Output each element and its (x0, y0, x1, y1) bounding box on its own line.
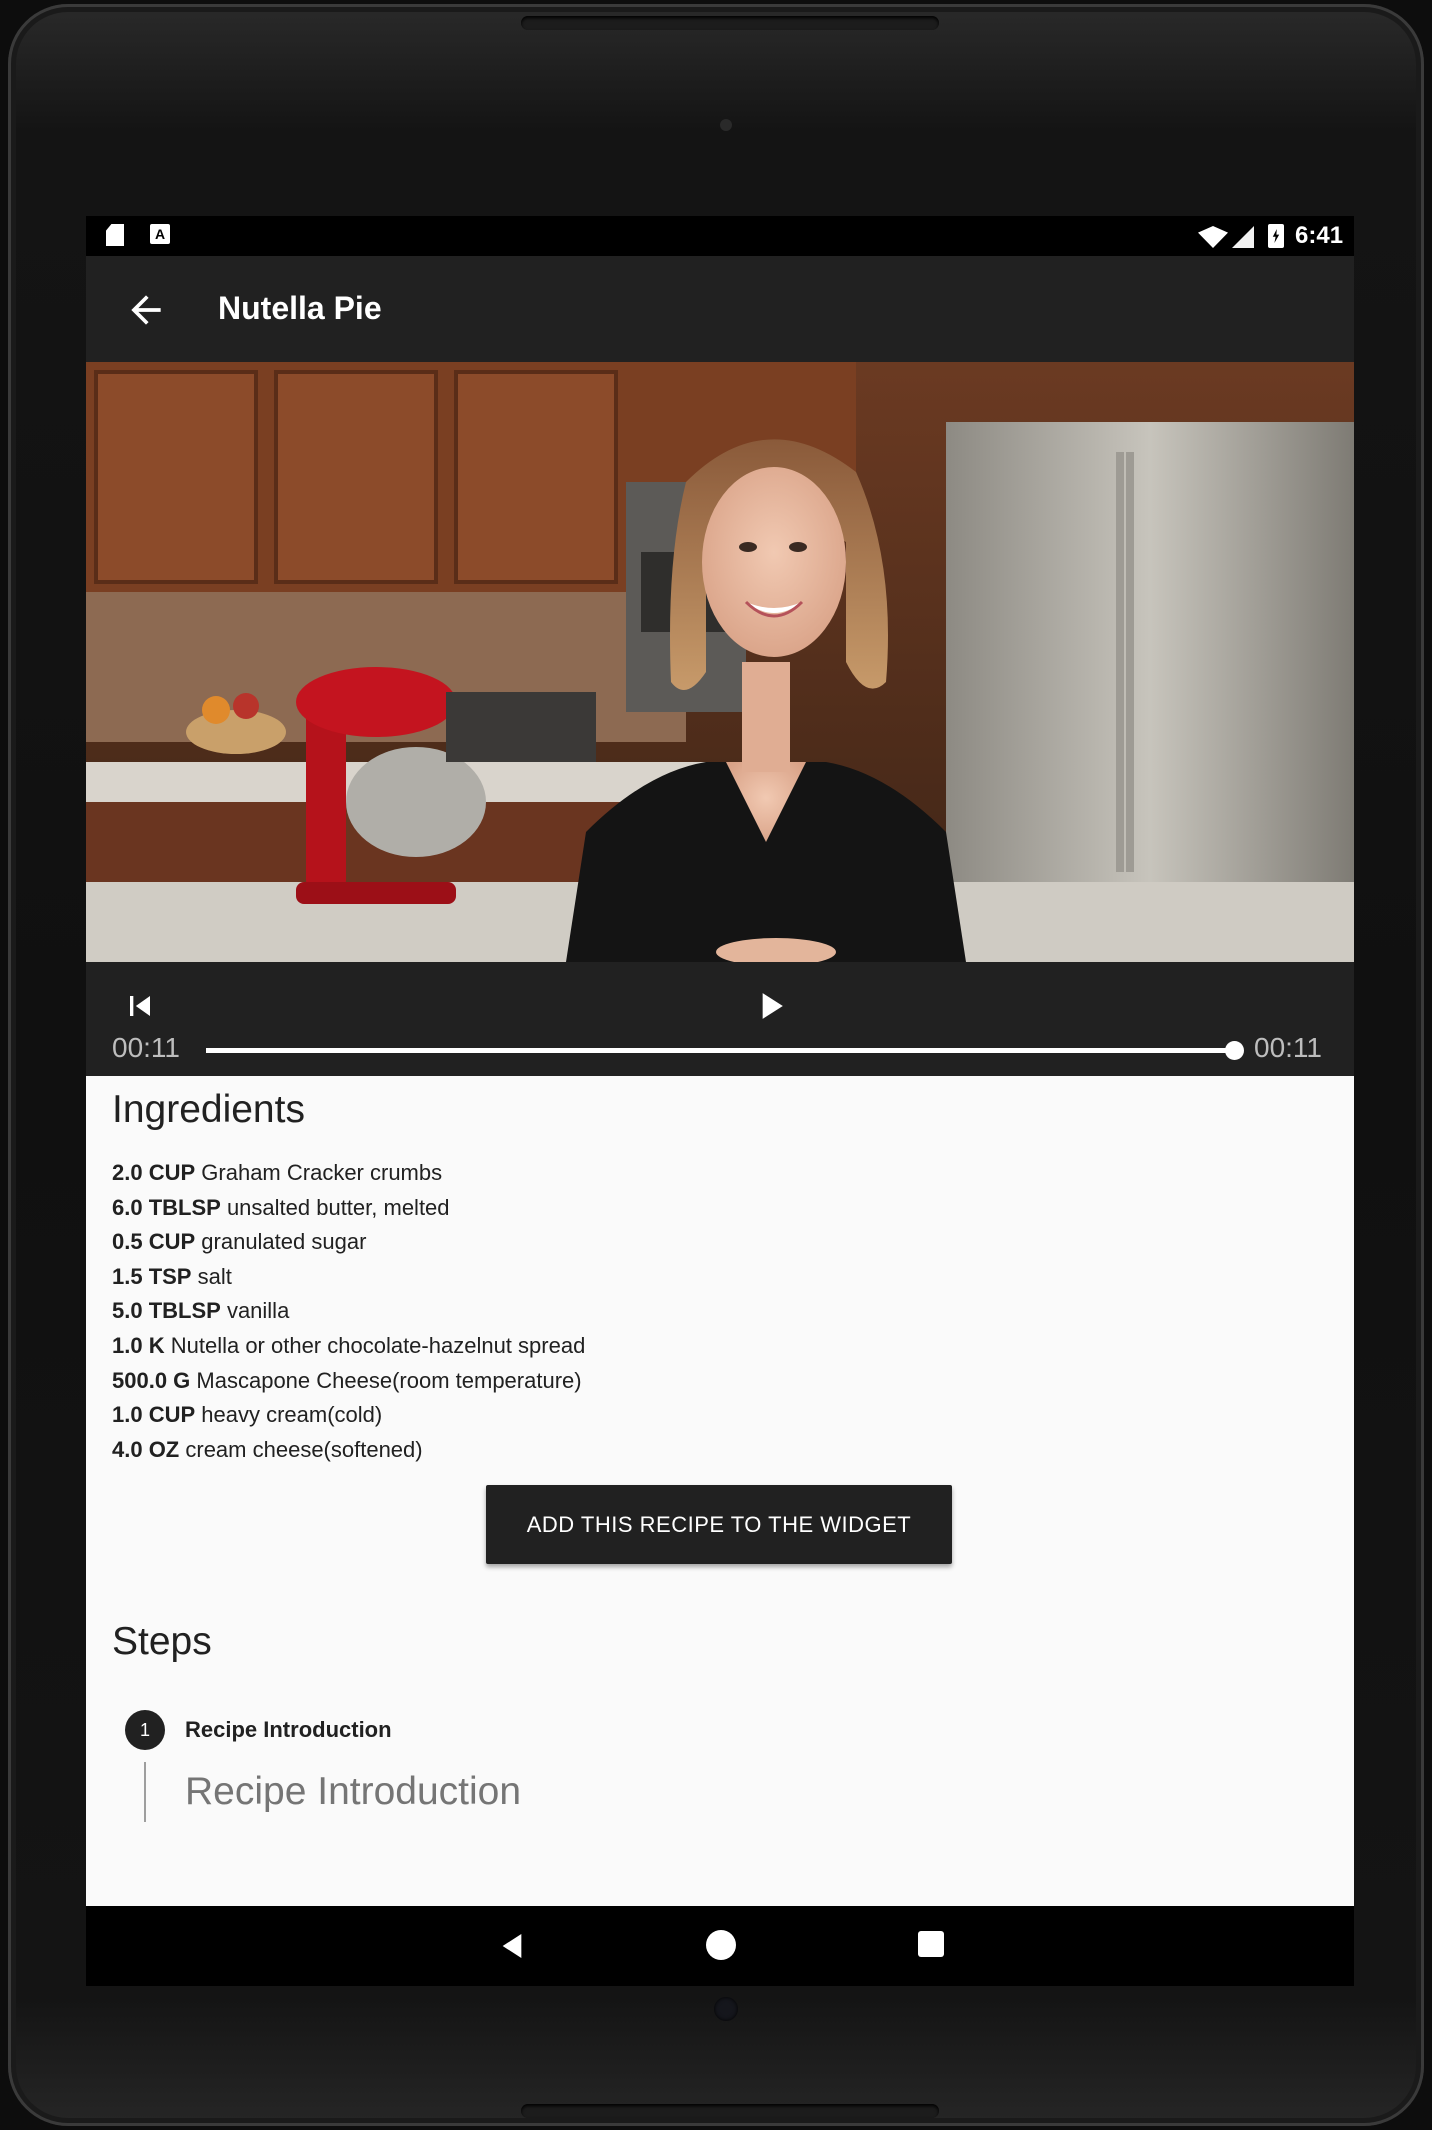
play-icon[interactable] (748, 984, 792, 1028)
ingredient-name: cream cheese(softened) (185, 1436, 423, 1462)
current-time: 00:11 (112, 1032, 180, 1063)
ingredient-quantity: 1.0 K (112, 1332, 165, 1358)
steps-heading: Steps (112, 1620, 212, 1663)
add-to-widget-button[interactable]: ADD THIS RECIPE TO THE WIDGET (486, 1485, 952, 1564)
ingredient-quantity: 5.0 TBLSP (112, 1298, 221, 1324)
ingredient-quantity: 1.0 CUP (112, 1402, 196, 1428)
status-time: 6:41 (1295, 222, 1344, 249)
ingredient-item: 0.5 CUP granulated sugar (112, 1225, 585, 1260)
step-number-badge[interactable]: 1 (125, 1710, 165, 1750)
bottom-sensor (714, 1997, 738, 2021)
skip-previous-icon[interactable] (120, 986, 160, 1026)
video-controls: 00:11 00:11 (86, 962, 1354, 1076)
nav-home-icon[interactable] (706, 1930, 736, 1960)
ingredient-item: 5.0 TBLSP vanilla (112, 1294, 585, 1329)
seek-thumb[interactable] (1225, 1041, 1244, 1060)
front-camera (720, 119, 732, 131)
bottom-speaker (521, 2104, 939, 2118)
arrow-back-icon[interactable] (124, 288, 168, 332)
ingredient-list: 2.0 CUP Graham Cracker crumbs 6.0 TBLSP u… (112, 1156, 585, 1467)
app-bar: Nutella Pie (86, 256, 1354, 362)
ingredient-name: salt (197, 1263, 232, 1289)
ingredient-quantity: 6.0 TBLSP (112, 1194, 221, 1220)
ingredient-name: unsalted butter, melted (226, 1194, 450, 1220)
ingredient-name: Nutella or other chocolate-hazelnut spre… (170, 1332, 586, 1358)
top-speaker (521, 16, 939, 30)
ingredient-quantity: 4.0 OZ (112, 1436, 180, 1462)
seek-progress (206, 1048, 1234, 1053)
ingredient-name: heavy cream(cold) (201, 1402, 383, 1428)
ingredient-item: 2.0 CUP Graham Cracker crumbs (112, 1156, 585, 1191)
step-description: Recipe Introduction (185, 1770, 522, 1813)
ingredient-item: 500.0 G Mascapone Cheese(room temperatur… (112, 1364, 585, 1399)
video-player[interactable] (86, 362, 1354, 962)
ingredient-item: 1.0 CUP heavy cream(cold) (112, 1398, 585, 1433)
status-bar: A 6:41 (86, 216, 1354, 256)
ingredient-quantity: 2.0 CUP (112, 1160, 196, 1185)
wifi-icon (1198, 226, 1228, 248)
video-frame (86, 362, 1354, 962)
ingredient-name: Mascapone Cheese(room temperature) (196, 1367, 582, 1393)
sd-card-icon (106, 224, 124, 246)
navigation-bar (86, 1906, 1354, 1986)
nav-recents-icon[interactable] (918, 1931, 944, 1957)
page-title: Nutella Pie (218, 290, 382, 326)
ingredient-quantity: 0.5 CUP (112, 1229, 196, 1255)
ingredient-item: 1.0 K Nutella or other chocolate-hazelnu… (112, 1329, 585, 1364)
seek-bar[interactable] (206, 1041, 1244, 1060)
ingredient-name: vanilla (226, 1298, 290, 1324)
nav-back-icon[interactable] (496, 1930, 528, 1962)
ingredient-item: 6.0 TBLSP unsalted butter, melted (112, 1191, 585, 1226)
ingredient-name: Graham Cracker crumbs (201, 1160, 443, 1185)
screen: A 6:41 Nutella Pie 00:11 00:11 Ingredien… (86, 216, 1354, 1906)
ingredient-quantity: 1.5 TSP (112, 1263, 192, 1289)
step-connector (144, 1762, 146, 1822)
ingredient-item: 4.0 OZ cream cheese(softened) (112, 1433, 585, 1468)
a-notification-icon: A (150, 224, 170, 244)
recipe-details: Ingredients 2.0 CUP Graham Cracker crumb… (86, 1076, 1354, 1906)
duration-time: 00:11 (1254, 1032, 1322, 1063)
ingredients-heading: Ingredients (112, 1088, 305, 1131)
battery-charging-icon (1268, 224, 1284, 248)
ingredient-name: granulated sugar (201, 1229, 367, 1255)
step-title[interactable]: Recipe Introduction (185, 1717, 392, 1743)
signal-icon (1232, 226, 1254, 248)
ingredient-item: 1.5 TSP salt (112, 1260, 585, 1295)
ingredient-quantity: 500.0 G (112, 1367, 191, 1393)
